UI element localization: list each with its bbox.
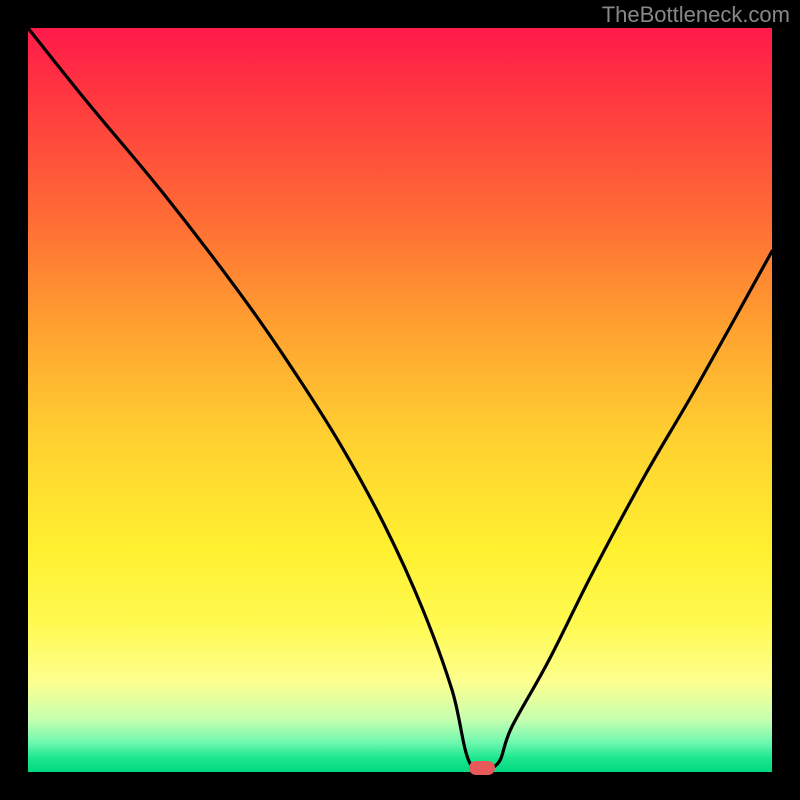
- chart-plot-area: [28, 28, 772, 772]
- chart-curve: [28, 28, 772, 772]
- watermark-text: TheBottleneck.com: [602, 2, 790, 28]
- chart-marker: [469, 761, 495, 775]
